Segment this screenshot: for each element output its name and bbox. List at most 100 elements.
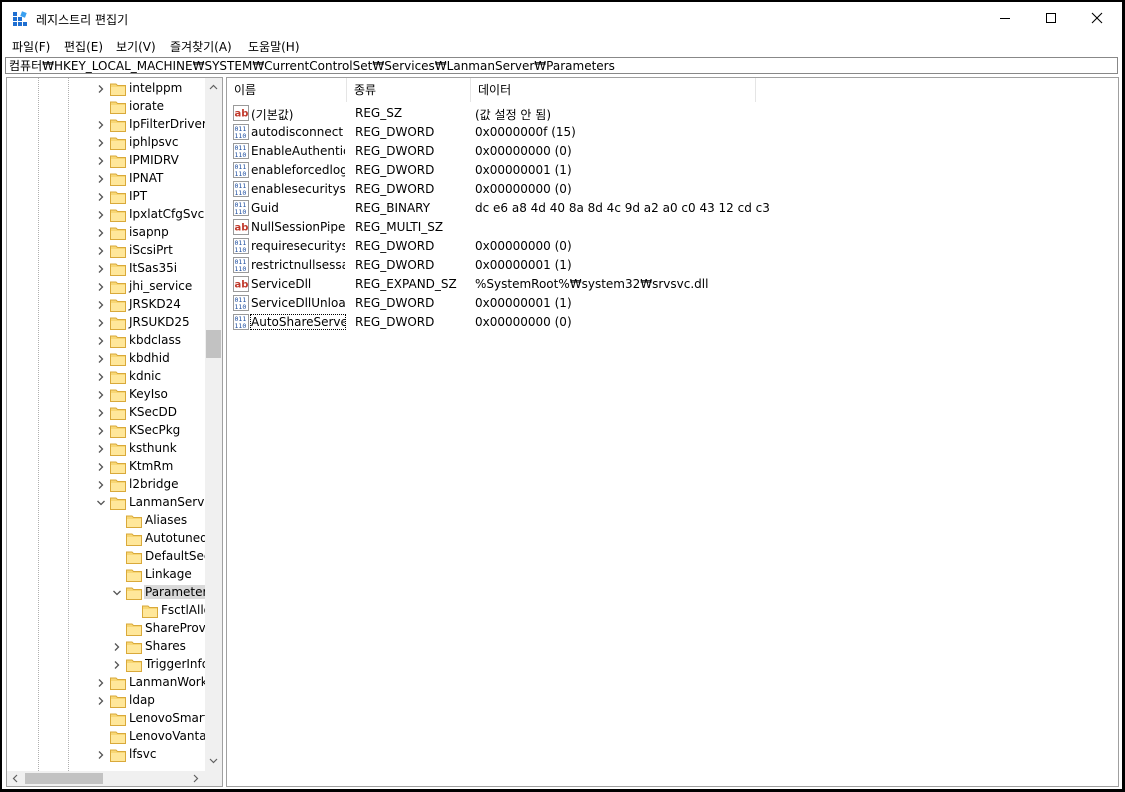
chevron-right-icon[interactable] [95,83,107,95]
value-row[interactable]: 011 110 AutoShareServer REG_DWORD 0x00000000… [227,313,1107,332]
chevron-right-icon[interactable] [95,155,107,167]
chevron-right-icon[interactable] [95,353,107,365]
tree-item[interactable]: FsctlAllowlist [7,602,205,620]
value-row[interactable]: ab NullSessionPipes REG_MULTI_SZ [227,218,1107,237]
tree-item[interactable]: KSecDD [7,404,205,422]
value-data: 0x00000001 (1) [475,163,572,177]
chevron-right-icon[interactable] [95,461,107,473]
tree-horizontal-scrollbar[interactable] [7,771,205,786]
tree-item[interactable]: LenovoSmartStandby [7,710,205,728]
tree-item[interactable]: ShareProviders [7,620,205,638]
chevron-right-icon[interactable] [95,227,107,239]
value-data: 0x00000000 (0) [475,182,572,196]
tree-item-label: ldap [129,693,155,707]
chevron-down-icon[interactable] [111,587,123,599]
tree-item[interactable]: intelppm [7,80,205,98]
title-bar[interactable]: 레지스트리 편집기 [2,2,1122,34]
tree-item[interactable]: ItSas35i [7,260,205,278]
tree-item[interactable]: Linkage [7,566,205,584]
chevron-right-icon[interactable] [95,695,107,707]
tree-item[interactable]: IPT [7,188,205,206]
tree-item[interactable]: Aliases [7,512,205,530]
tree-item[interactable]: ldap [7,692,205,710]
chevron-right-icon[interactable] [95,137,107,149]
value-row[interactable]: 011110requiresecuritysi... REG_DWORD 0x000… [227,237,1107,256]
chevron-right-icon[interactable] [95,425,107,437]
chevron-right-icon[interactable] [95,407,107,419]
chevron-right-icon[interactable] [95,191,107,203]
chevron-right-icon[interactable] [95,209,107,221]
address-bar[interactable]: 컴퓨터₩HKEY_LOCAL_MACHINE₩SYSTEM₩CurrentCon… [5,57,1118,74]
chevron-right-icon[interactable] [111,641,123,653]
tree-item[interactable]: jhi_service [7,278,205,296]
minimize-button[interactable] [982,2,1028,34]
value-row[interactable]: 011 110 Guid REG_BINARY dc e6 a8 4d 40 8a 8d… [227,199,1107,218]
tree-item[interactable]: LanmanWorkstation [7,674,205,692]
close-button[interactable] [1074,2,1120,34]
menu-favorites[interactable]: 즐겨찾기(A) [170,38,232,55]
value-row[interactable]: ab (기본값) REG_SZ (값 설정 안 됨) [227,104,1107,123]
value-row[interactable]: 011110enablesecuritysi... REG_DWORD 0x0000… [227,180,1107,199]
chevron-right-icon[interactable] [95,245,107,257]
chevron-right-icon[interactable] [95,281,107,293]
tree-item[interactable]: Shares [7,638,205,656]
value-row[interactable]: 011110restrictnullsessa... REG_DWORD 0x000… [227,256,1107,275]
tree-item[interactable]: KeyIso [7,386,205,404]
tree-item[interactable]: kbdclass [7,332,205,350]
tree-item[interactable]: AutotunedParameters [7,530,205,548]
tree-item[interactable]: lfsvc [7,746,205,764]
tree-item[interactable]: kbdhid [7,350,205,368]
menu-edit[interactable]: 편집(E) [64,38,103,55]
tree-vertical-scrollbar[interactable] [205,78,222,771]
value-row[interactable]: 011110EnableAuthentic... REG_DWORD 0x00000… [227,142,1107,161]
chevron-right-icon[interactable] [95,389,107,401]
tree-item[interactable]: l2bridge [7,476,205,494]
chevron-right-icon[interactable] [95,263,107,275]
value-row[interactable]: 011110enableforcedlog... REG_DWORD 0x00000… [227,161,1107,180]
chevron-right-icon[interactable] [95,443,107,455]
value-row[interactable]: 011 110 autodisconnect REG_DWORD 0x0000000f … [227,123,1107,142]
key-tree-pane[interactable]: intelppm iorate IpFilterDriver iphlpsvc IPMI… [6,77,223,787]
tree-item[interactable]: LenovoVantageService [7,728,205,746]
chevron-down-icon[interactable] [95,497,107,509]
tree-item[interactable]: DefaultSecurity [7,548,205,566]
tree-item[interactable]: JRSKD24 [7,296,205,314]
column-header-data[interactable]: 데이터 [471,78,756,102]
chevron-right-icon[interactable] [95,317,107,329]
chevron-right-icon[interactable] [111,659,123,671]
tree-item[interactable]: Parameters [7,584,205,602]
value-row[interactable]: 011110ServiceDllUnloa... REG_DWORD 0x00000… [227,294,1107,313]
value-name: restrictnullsessa... [251,258,345,272]
chevron-right-icon[interactable] [95,299,107,311]
tree-item[interactable]: IpFilterDriver [7,116,205,134]
menu-file[interactable]: 파일(F) [12,38,50,55]
tree-item[interactable]: iorate [7,98,205,116]
tree-item[interactable]: LanmanServer [7,494,205,512]
tree-item[interactable]: TriggerInfo [7,656,205,674]
menu-view[interactable]: 보기(V) [116,38,156,55]
tree-item[interactable]: IpxlatCfgSvc [7,206,205,224]
tree-item[interactable]: KtmRm [7,458,205,476]
value-row[interactable]: ab ServiceDll REG_EXPAND_SZ %SystemRoot%₩sy… [227,275,1107,294]
tree-item[interactable]: iScsiPrt [7,242,205,260]
tree-item[interactable]: IPNAT [7,170,205,188]
tree-item[interactable]: iphlpsvc [7,134,205,152]
tree-item[interactable]: isapnp [7,224,205,242]
maximize-button[interactable] [1028,2,1074,34]
column-header-type[interactable]: 종류 [347,78,471,102]
menu-help[interactable]: 도움말(H) [248,38,300,55]
tree-item[interactable]: kdnic [7,368,205,386]
column-header-name[interactable]: 이름 [227,78,347,102]
tree-item[interactable]: KSecPkg [7,422,205,440]
tree-item[interactable]: ksthunk [7,440,205,458]
values-list-pane[interactable]: 이름 종류 데이터 ab (기본값) REG_SZ (값 설정 안 됨) 011 110 a… [226,77,1119,787]
tree-item[interactable]: JRSUKD25 [7,314,205,332]
tree-item[interactable]: IPMIDRV [7,152,205,170]
chevron-right-icon[interactable] [95,749,107,761]
chevron-right-icon[interactable] [95,371,107,383]
chevron-right-icon[interactable] [95,677,107,689]
chevron-right-icon[interactable] [95,173,107,185]
chevron-right-icon[interactable] [95,335,107,347]
chevron-right-icon[interactable] [95,119,107,131]
chevron-right-icon[interactable] [95,479,107,491]
